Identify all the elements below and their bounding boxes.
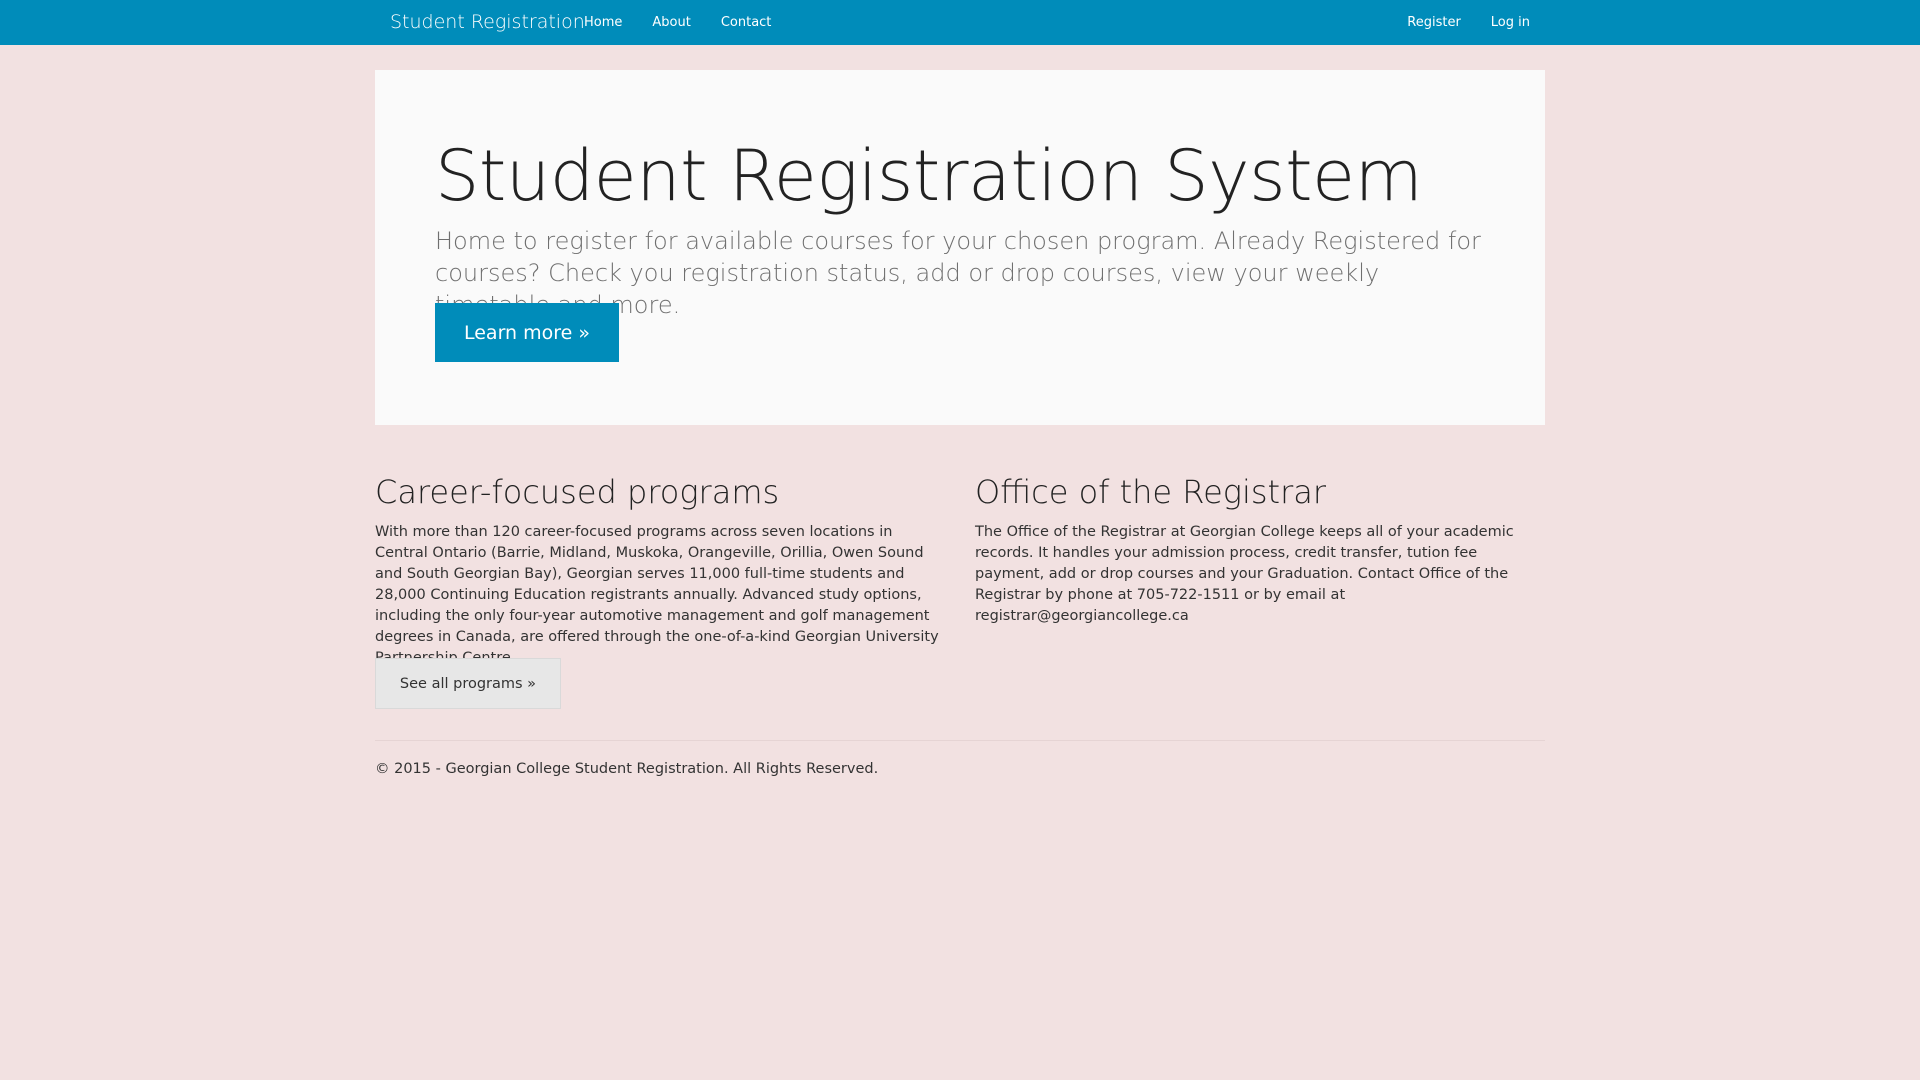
- footer-divider: [375, 740, 1545, 741]
- nav-link-contact[interactable]: Contact: [706, 0, 787, 45]
- top-navbar: Student Registration Home About Contact …: [0, 0, 1920, 45]
- registrar-section: Office of the Registrar The Office of th…: [975, 470, 1545, 627]
- nav-link-home[interactable]: Home: [569, 0, 637, 45]
- footer-copyright: © 2015 - Georgian College Student Regist…: [375, 761, 879, 777]
- programs-section: Career-focused programs With more than 1…: [375, 470, 945, 669]
- hero-jumbotron: Student Registration System Home to regi…: [375, 70, 1545, 425]
- nav-link-register[interactable]: Register: [1392, 0, 1476, 45]
- navbar-container: Student Registration Home About Contact …: [375, 0, 1545, 45]
- learn-more-button[interactable]: Learn more »: [435, 303, 619, 362]
- programs-heading: Career-focused programs: [375, 473, 780, 511]
- registrar-heading: Office of the Registrar: [975, 473, 1326, 511]
- nav-link-login[interactable]: Log in: [1476, 0, 1545, 45]
- nav-link-about[interactable]: About: [637, 0, 705, 45]
- hero-title: Student Registration System: [435, 135, 1423, 217]
- account-nav: Register Log in: [1392, 0, 1545, 45]
- registrar-description: The Office of the Registrar at Georgian …: [975, 524, 1514, 624]
- main-nav: Home About Contact: [569, 0, 786, 45]
- see-all-programs-button[interactable]: See all programs »: [375, 658, 561, 709]
- programs-description: With more than 120 career-focused progra…: [375, 524, 939, 666]
- brand-link[interactable]: Student Registration: [390, 0, 585, 45]
